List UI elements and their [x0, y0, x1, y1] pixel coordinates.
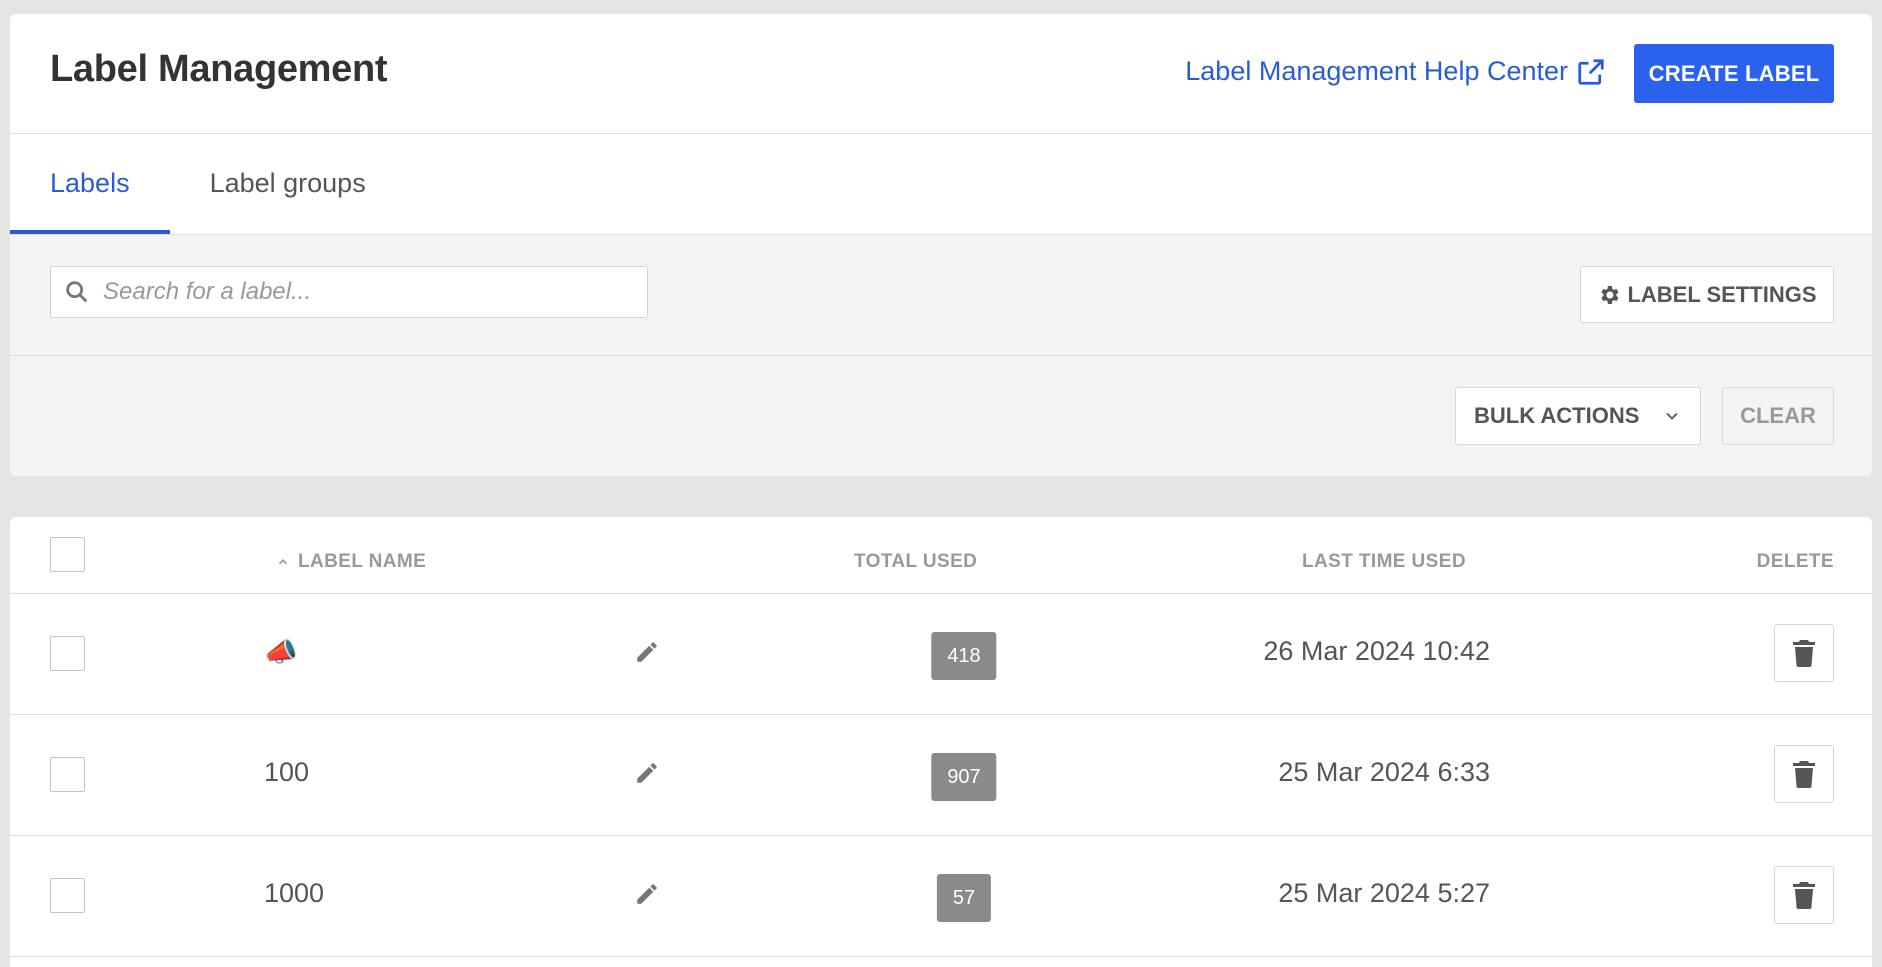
gear-icon: [1601, 285, 1619, 304]
trash-icon: [1793, 761, 1815, 788]
tab-label-groups[interactable]: Label groups: [170, 134, 406, 234]
pencil-icon[interactable]: [634, 881, 660, 907]
page-title: Label Management: [50, 48, 388, 90]
last-time-used: 25 Mar 2024 6:33: [1278, 757, 1490, 787]
external-link-icon: [1578, 58, 1604, 85]
column-header-label-name[interactable]: LABEL NAME: [276, 551, 426, 573]
page-header: Label Management Label Management Help C…: [10, 14, 1872, 134]
total-used-badge: 57: [936, 874, 992, 922]
create-label-button[interactable]: CREATE LABEL: [1634, 44, 1834, 103]
column-header-delete: DELETE: [1756, 551, 1834, 572]
tab-labels[interactable]: Labels: [10, 134, 170, 234]
bulk-actions-toolbar: BULK ACTIONS CLEAR: [10, 356, 1872, 476]
search-input[interactable]: [101, 277, 625, 307]
select-all-checkbox[interactable]: [50, 537, 85, 572]
trash-icon: [1793, 640, 1815, 667]
column-header-total-used: TOTAL USED: [854, 551, 978, 572]
delete-button[interactable]: [1774, 745, 1834, 803]
top-panel: Label Management Label Management Help C…: [10, 14, 1872, 476]
row-checkbox[interactable]: [50, 757, 85, 792]
help-center-link-label: Label Management Help Center: [1185, 56, 1568, 86]
clear-button[interactable]: CLEAR: [1722, 387, 1834, 445]
table-row: 📣 418 26 Mar 2024 10:42: [10, 594, 1872, 715]
label-name: 1000: [264, 878, 325, 908]
row-checkbox[interactable]: [50, 878, 85, 913]
bulk-actions-label: BULK ACTIONS: [1474, 403, 1640, 428]
table-row: 100 907 25 Mar 2024 6:33: [10, 715, 1872, 836]
table-header: LABEL NAME TOTAL USED LAST TIME USED DEL…: [10, 517, 1872, 594]
label-settings-button[interactable]: LABEL SETTINGS: [1580, 266, 1834, 323]
column-header-label-name-text: LABEL NAME: [298, 551, 427, 572]
last-time-used: 26 Mar 2024 10:42: [1263, 636, 1490, 666]
last-time-used: 25 Mar 2024 5:27: [1278, 878, 1490, 908]
trash-icon: [1793, 882, 1815, 909]
pencil-icon[interactable]: [634, 639, 660, 665]
chevron-down-icon: [1666, 412, 1678, 420]
tab-bar: Labels Label groups: [10, 134, 1872, 235]
label-name: 100: [264, 757, 310, 787]
chevron-up-icon: [278, 559, 288, 565]
bulk-actions-dropdown[interactable]: BULK ACTIONS: [1455, 387, 1701, 445]
total-used-badge: 907: [931, 753, 997, 801]
delete-button[interactable]: [1774, 624, 1834, 682]
row-checkbox[interactable]: [50, 636, 85, 671]
label-name: 📣: [264, 637, 298, 667]
label-settings-label: LABEL SETTINGS: [1627, 281, 1817, 307]
pencil-icon[interactable]: [634, 760, 660, 786]
column-header-last-time-used: LAST TIME USED: [1302, 551, 1466, 572]
total-used-badge: 418: [931, 632, 997, 680]
search-icon: [66, 281, 88, 303]
table-row: 1000 57 25 Mar 2024 5:27: [10, 836, 1872, 957]
help-center-link[interactable]: Label Management Help Center: [1185, 56, 1606, 87]
search-toolbar: LABEL SETTINGS: [10, 235, 1872, 356]
search-box: [50, 266, 648, 318]
labels-table: LABEL NAME TOTAL USED LAST TIME USED DEL…: [10, 517, 1872, 967]
delete-button[interactable]: [1774, 866, 1834, 924]
